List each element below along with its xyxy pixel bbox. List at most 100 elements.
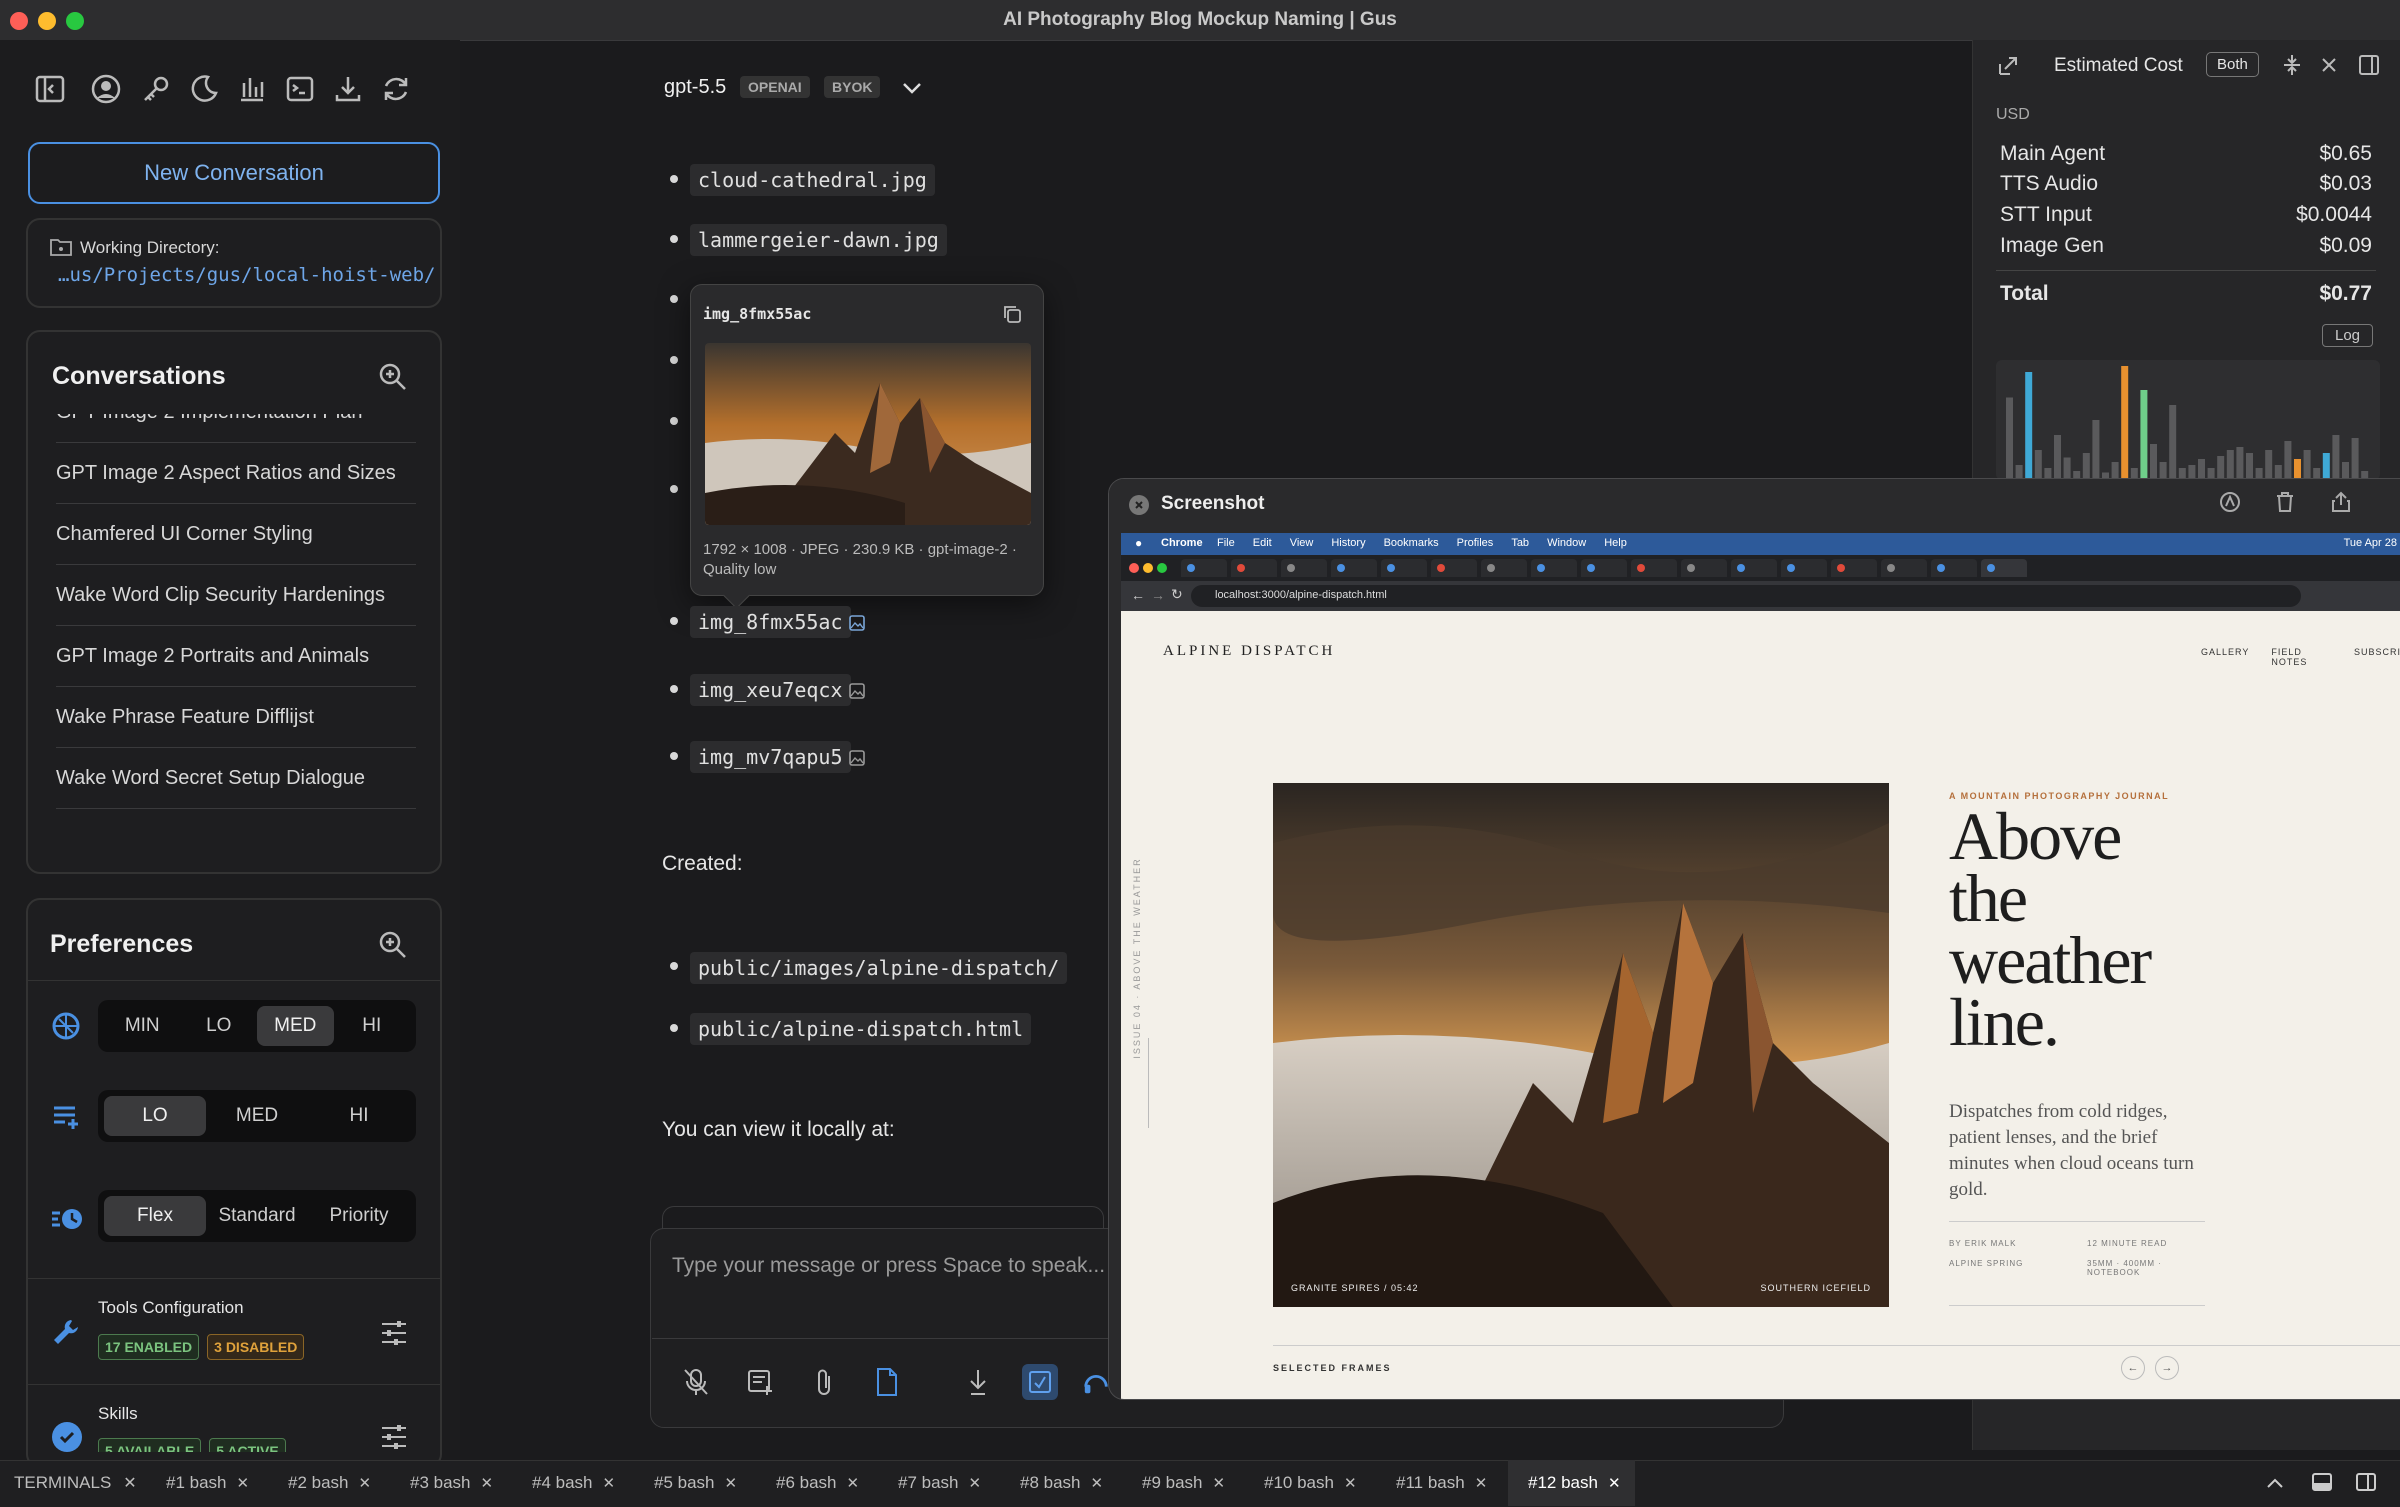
verbosity-selector[interactable]: LO MED HI bbox=[98, 1090, 416, 1142]
trash-icon[interactable] bbox=[2275, 491, 2301, 517]
download-icon[interactable] bbox=[330, 71, 366, 107]
refresh-icon[interactable] bbox=[378, 71, 414, 107]
browser-tab[interactable] bbox=[1881, 559, 1927, 577]
site-nav-item[interactable]: FIELD NOTES bbox=[2271, 647, 2332, 667]
panel-toggle-icon[interactable] bbox=[2356, 52, 2382, 78]
close-screenshot-icon[interactable] bbox=[1129, 495, 1149, 515]
preview-thumbnail[interactable] bbox=[705, 343, 1031, 525]
close-terminal-icon[interactable]: ✕ bbox=[1091, 1474, 1104, 1492]
working-directory-panel[interactable] bbox=[26, 218, 442, 308]
conversation-item[interactable]: GPT Image 2 Implementation Plan bbox=[56, 414, 416, 443]
close-terminal-icon[interactable]: ✕ bbox=[847, 1474, 860, 1492]
message-input[interactable]: Type your message or press Space to spea… bbox=[672, 1254, 1112, 1278]
markup-icon[interactable] bbox=[2219, 491, 2245, 517]
segment-option[interactable]: MED bbox=[206, 1096, 308, 1136]
browser-tab[interactable] bbox=[1281, 559, 1327, 577]
share-icon[interactable] bbox=[2331, 491, 2357, 517]
auto-save-icon[interactable] bbox=[1022, 1364, 1058, 1400]
next-frame-button[interactable]: → bbox=[2155, 1356, 2179, 1380]
close-terminal-icon[interactable]: ✕ bbox=[969, 1474, 982, 1492]
segment-option[interactable]: Flex bbox=[104, 1196, 206, 1236]
image-id[interactable]: img_xeu7eqcx bbox=[690, 674, 851, 706]
add-prompt-icon[interactable] bbox=[744, 1366, 776, 1398]
tools-settings-icon[interactable] bbox=[378, 1318, 410, 1348]
account-icon[interactable] bbox=[88, 71, 124, 107]
chevron-up-icon[interactable] bbox=[2262, 1470, 2288, 1496]
terminal-icon[interactable] bbox=[282, 71, 318, 107]
segment-option[interactable]: Priority bbox=[308, 1196, 410, 1236]
segment-option[interactable]: MIN bbox=[104, 1006, 181, 1046]
dark-mode-icon[interactable] bbox=[186, 71, 222, 107]
browser-tab[interactable] bbox=[1381, 559, 1427, 577]
terminal-tab[interactable]: #8 bash ✕ bbox=[1000, 1460, 1117, 1506]
search-preferences-icon[interactable] bbox=[376, 928, 410, 962]
segment-option[interactable]: Standard bbox=[206, 1196, 308, 1236]
cost-mode-toggle[interactable]: Both bbox=[2206, 52, 2259, 77]
side-panel-icon[interactable] bbox=[2352, 1468, 2380, 1496]
conversation-item[interactable]: GPT Image 2 Portraits and Animals bbox=[56, 626, 416, 687]
terminal-tab[interactable]: #6 bash ✕ bbox=[756, 1460, 873, 1506]
browser-tab[interactable] bbox=[1331, 559, 1377, 577]
bottom-panel-icon[interactable] bbox=[2308, 1468, 2336, 1496]
terminal-tab[interactable]: #11 bash ✕ bbox=[1376, 1460, 1501, 1506]
back-icon[interactable]: ← bbox=[1131, 587, 1145, 603]
segment-option[interactable]: MED bbox=[257, 1006, 334, 1046]
browser-tab[interactable] bbox=[1231, 559, 1277, 577]
segment-option[interactable]: HI bbox=[308, 1096, 410, 1136]
terminal-tab[interactable]: #7 bash ✕ bbox=[878, 1460, 995, 1506]
image-id[interactable]: img_mv7qapu5 bbox=[690, 741, 851, 773]
browser-tab[interactable] bbox=[1581, 559, 1627, 577]
segment-option[interactable]: LO bbox=[104, 1096, 206, 1136]
conversation-item[interactable]: Wake Phrase Feature Difflijst bbox=[56, 687, 416, 748]
conversation-item[interactable]: Wake Word Clip Security Hardenings bbox=[56, 565, 416, 626]
file-context-icon[interactable] bbox=[872, 1366, 904, 1398]
conversation-item[interactable]: GPT Image 2 Aspect Ratios and Sizes bbox=[56, 443, 416, 504]
browser-tab[interactable] bbox=[1831, 559, 1877, 577]
scroll-down-icon[interactable] bbox=[962, 1366, 994, 1398]
terminal-tab[interactable]: #10 bash ✕ bbox=[1244, 1460, 1371, 1506]
chevron-down-icon[interactable] bbox=[900, 76, 924, 100]
terminal-tab[interactable]: #12 bash ✕ bbox=[1508, 1460, 1635, 1506]
search-conversations-icon[interactable] bbox=[376, 360, 410, 394]
close-terminal-icon[interactable]: ✕ bbox=[1213, 1474, 1226, 1492]
browser-tab[interactable] bbox=[1431, 559, 1477, 577]
segment-option[interactable]: LO bbox=[181, 1006, 258, 1046]
conversation-item[interactable]: Wake Word Secret Setup Dialogue bbox=[56, 748, 416, 809]
collapse-icon[interactable] bbox=[2280, 52, 2304, 78]
sidebar-toggle-icon[interactable] bbox=[32, 71, 68, 107]
reasoning-effort-selector[interactable]: MIN LO MED HI bbox=[98, 1000, 416, 1052]
conversation-item[interactable]: Chamfered UI Corner Styling bbox=[56, 504, 416, 565]
new-conversation-button[interactable]: New Conversation bbox=[28, 142, 440, 204]
browser-tab[interactable] bbox=[1681, 559, 1727, 577]
segment-option[interactable]: HI bbox=[334, 1006, 411, 1046]
model-name[interactable]: gpt-5.5 bbox=[664, 76, 726, 99]
stats-icon[interactable] bbox=[234, 71, 270, 107]
close-terminal-icon[interactable]: ✕ bbox=[1475, 1474, 1488, 1492]
image-icon[interactable] bbox=[848, 749, 866, 767]
voice-mode-icon[interactable] bbox=[1082, 1366, 1110, 1398]
image-id[interactable]: img_8fmx55ac bbox=[690, 606, 851, 638]
close-icon[interactable] bbox=[2318, 54, 2340, 76]
terminal-tab[interactable]: #3 bash ✕ bbox=[390, 1460, 507, 1506]
terminal-tab[interactable]: #2 bash ✕ bbox=[268, 1460, 385, 1506]
reload-icon[interactable]: ↻ bbox=[1171, 586, 1183, 603]
browser-tab[interactable] bbox=[1631, 559, 1677, 577]
key-icon[interactable] bbox=[138, 71, 174, 107]
address-bar[interactable]: localhost:3000/alpine-dispatch.html bbox=[1191, 585, 2301, 607]
close-terminal-icon[interactable]: ✕ bbox=[725, 1474, 738, 1492]
site-nav-item[interactable]: SUBSCRI bbox=[2354, 647, 2400, 667]
close-terminal-icon[interactable]: ✕ bbox=[1608, 1474, 1621, 1492]
close-terminal-icon[interactable]: ✕ bbox=[481, 1474, 494, 1492]
export-icon[interactable] bbox=[1994, 52, 2022, 80]
browser-tab[interactable] bbox=[1531, 559, 1577, 577]
close-terminal-icon[interactable]: ✕ bbox=[359, 1474, 372, 1492]
close-terminal-icon[interactable]: ✕ bbox=[1344, 1474, 1357, 1492]
image-icon[interactable] bbox=[848, 682, 866, 700]
forward-icon[interactable]: → bbox=[1151, 587, 1165, 603]
attach-icon[interactable] bbox=[808, 1366, 840, 1398]
close-terminal-icon[interactable]: ✕ bbox=[237, 1474, 250, 1492]
close-terminals-icon[interactable]: ✕ bbox=[123, 1473, 136, 1493]
browser-tab[interactable] bbox=[1731, 559, 1777, 577]
service-tier-selector[interactable]: Flex Standard Priority bbox=[98, 1190, 416, 1242]
browser-tab[interactable] bbox=[1781, 559, 1827, 577]
